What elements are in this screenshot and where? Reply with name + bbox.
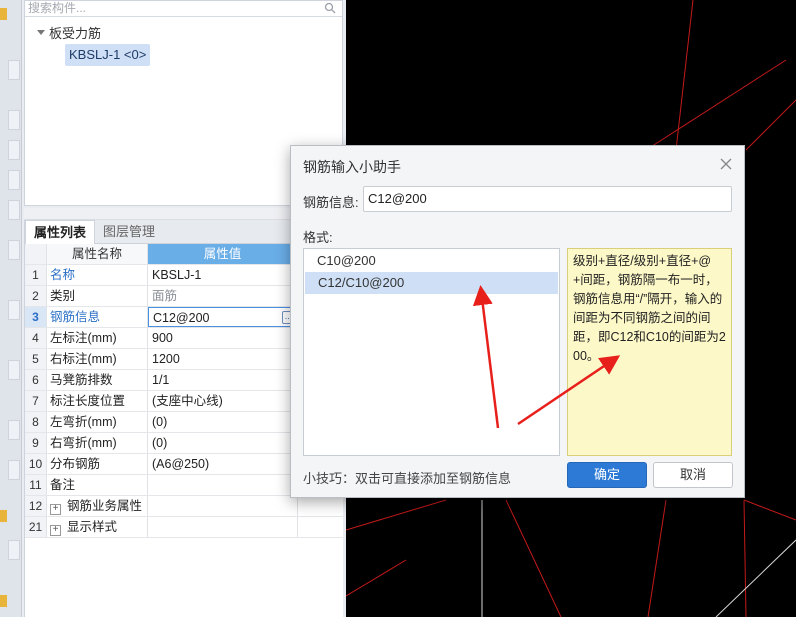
property-value[interactable]: (支座中心线) [148,391,298,411]
cad-line [715,539,796,617]
cad-line [505,499,562,617]
ok-button[interactable]: 确定 [567,462,647,488]
tool-slot[interactable] [8,110,20,130]
property-value[interactable]: 900 [148,328,298,348]
property-name: 左弯折(mm) [47,412,148,432]
property-value[interactable]: 1/1 [148,370,298,390]
property-value[interactable]: (0) [148,412,298,432]
cad-line [675,0,694,151]
row-number: 9 [25,433,47,453]
expand-icon[interactable]: + [50,525,61,536]
property-value[interactable]: (A6@250) [148,454,298,474]
cad-line [346,559,407,597]
row-number: 21 [25,517,47,537]
row-number: 7 [25,391,47,411]
row-number: 2 [25,286,47,306]
left-tool-strip [0,0,22,617]
property-name: 右弯折(mm) [47,433,148,453]
property-name: 名称 [47,265,148,285]
row-number: 5 [25,349,47,369]
close-icon[interactable] [720,158,732,170]
tool-slot[interactable] [8,60,20,80]
property-group-name: + 显示样式 [47,517,148,537]
tool-slot[interactable] [8,240,20,260]
property-row-group[interactable]: 12 + 钢筋业务属性 [25,496,343,517]
property-group-name: + 钢筋业务属性 [47,496,148,516]
tool-slot[interactable] [8,540,20,560]
property-row-group[interactable]: 21 + 显示样式 [25,517,343,538]
tool-slot[interactable] [8,300,20,320]
row-number: 8 [25,412,47,432]
chevron-down-icon[interactable] [37,29,45,35]
row-number: 6 [25,370,47,390]
format-description: 级别+直径/级别+直径+@+间距，钢筋隔一布一时，钢筋信息用“/”隔开，输入的间… [567,248,732,456]
cad-line [743,499,796,521]
property-value[interactable]: 面筋 [148,286,298,306]
property-name: 马凳筋排数 [47,370,148,390]
format-label: 格式: [303,230,333,245]
row-number: 10 [25,454,47,474]
tool-slot[interactable] [8,460,20,480]
rebar-info-label: 钢筋信息: [303,195,359,210]
property-name: 类别 [47,286,148,306]
property-name: 右标注(mm) [47,349,148,369]
format-list[interactable]: C10@200 C12/C10@200 [303,248,560,456]
rebar-input-assistant-dialog: 钢筋输入小助手 钢筋信息: C12@200 格式: C10@200 C12/C1… [290,145,745,498]
tab-property-list[interactable]: 属性列表 [25,220,96,244]
header-value: 属性值 [148,244,298,264]
row-number: 4 [25,328,47,348]
property-name: 标注长度位置 [47,391,148,411]
rebar-info-input[interactable]: C12@200 [363,186,732,212]
search-input[interactable]: 搜索构件... [25,1,342,17]
header-name: 属性名称 [47,244,148,264]
search-placeholder: 搜索构件... [28,1,87,15]
property-name: 左标注(mm) [47,328,148,348]
marker-icon [0,595,7,607]
search-icon[interactable] [324,2,336,14]
property-value[interactable] [148,475,298,495]
property-value [148,496,298,516]
tip-text: 小技巧：双击可直接添加至钢筋信息 [303,471,512,486]
property-name: 钢筋业务属性 [67,499,143,513]
cad-line [346,499,447,531]
row-number: 12 [25,496,47,516]
property-name: 分布钢筋 [47,454,148,474]
rebar-info-field[interactable]: C12@200 ... [148,307,298,327]
tool-slot[interactable] [8,200,20,220]
tool-slot[interactable] [8,420,20,440]
row-number: 3 [25,307,47,327]
cad-line [647,499,667,617]
tree-node-label: 板受力筋 [49,25,102,41]
tool-slot[interactable] [8,140,20,160]
format-option-selected[interactable]: C12/C10@200 [305,272,558,294]
property-name: 钢筋信息 [47,307,148,327]
marker-icon [0,8,7,20]
expand-icon[interactable]: + [50,504,61,515]
row-number: 1 [25,265,47,285]
cancel-button[interactable]: 取消 [653,462,733,488]
property-value[interactable]: 1200 [148,349,298,369]
dialog-title: 钢筋输入小助手 [303,159,401,175]
format-option[interactable]: C10@200 [304,250,559,272]
tool-slot[interactable] [8,360,20,380]
property-name: 显示样式 [67,520,118,534]
cad-line [743,499,747,617]
tab-layer-management[interactable]: 图层管理 [95,220,163,244]
tree-node-selected[interactable]: KBSLJ-1 <0> [65,44,151,66]
property-value [148,517,298,537]
property-value[interactable]: KBSLJ-1 [148,265,298,285]
cad-line [645,59,787,151]
header-num-cell [25,244,47,264]
marker-icon [0,510,7,522]
row-number: 11 [25,475,47,495]
cad-line [745,99,796,151]
property-value[interactable]: (0) [148,433,298,453]
tree-node-root[interactable]: 板受力筋 [37,23,101,41]
tool-slot[interactable] [8,170,20,190]
rebar-info-value: C12@200 [153,311,210,325]
property-name: 备注 [47,475,148,495]
